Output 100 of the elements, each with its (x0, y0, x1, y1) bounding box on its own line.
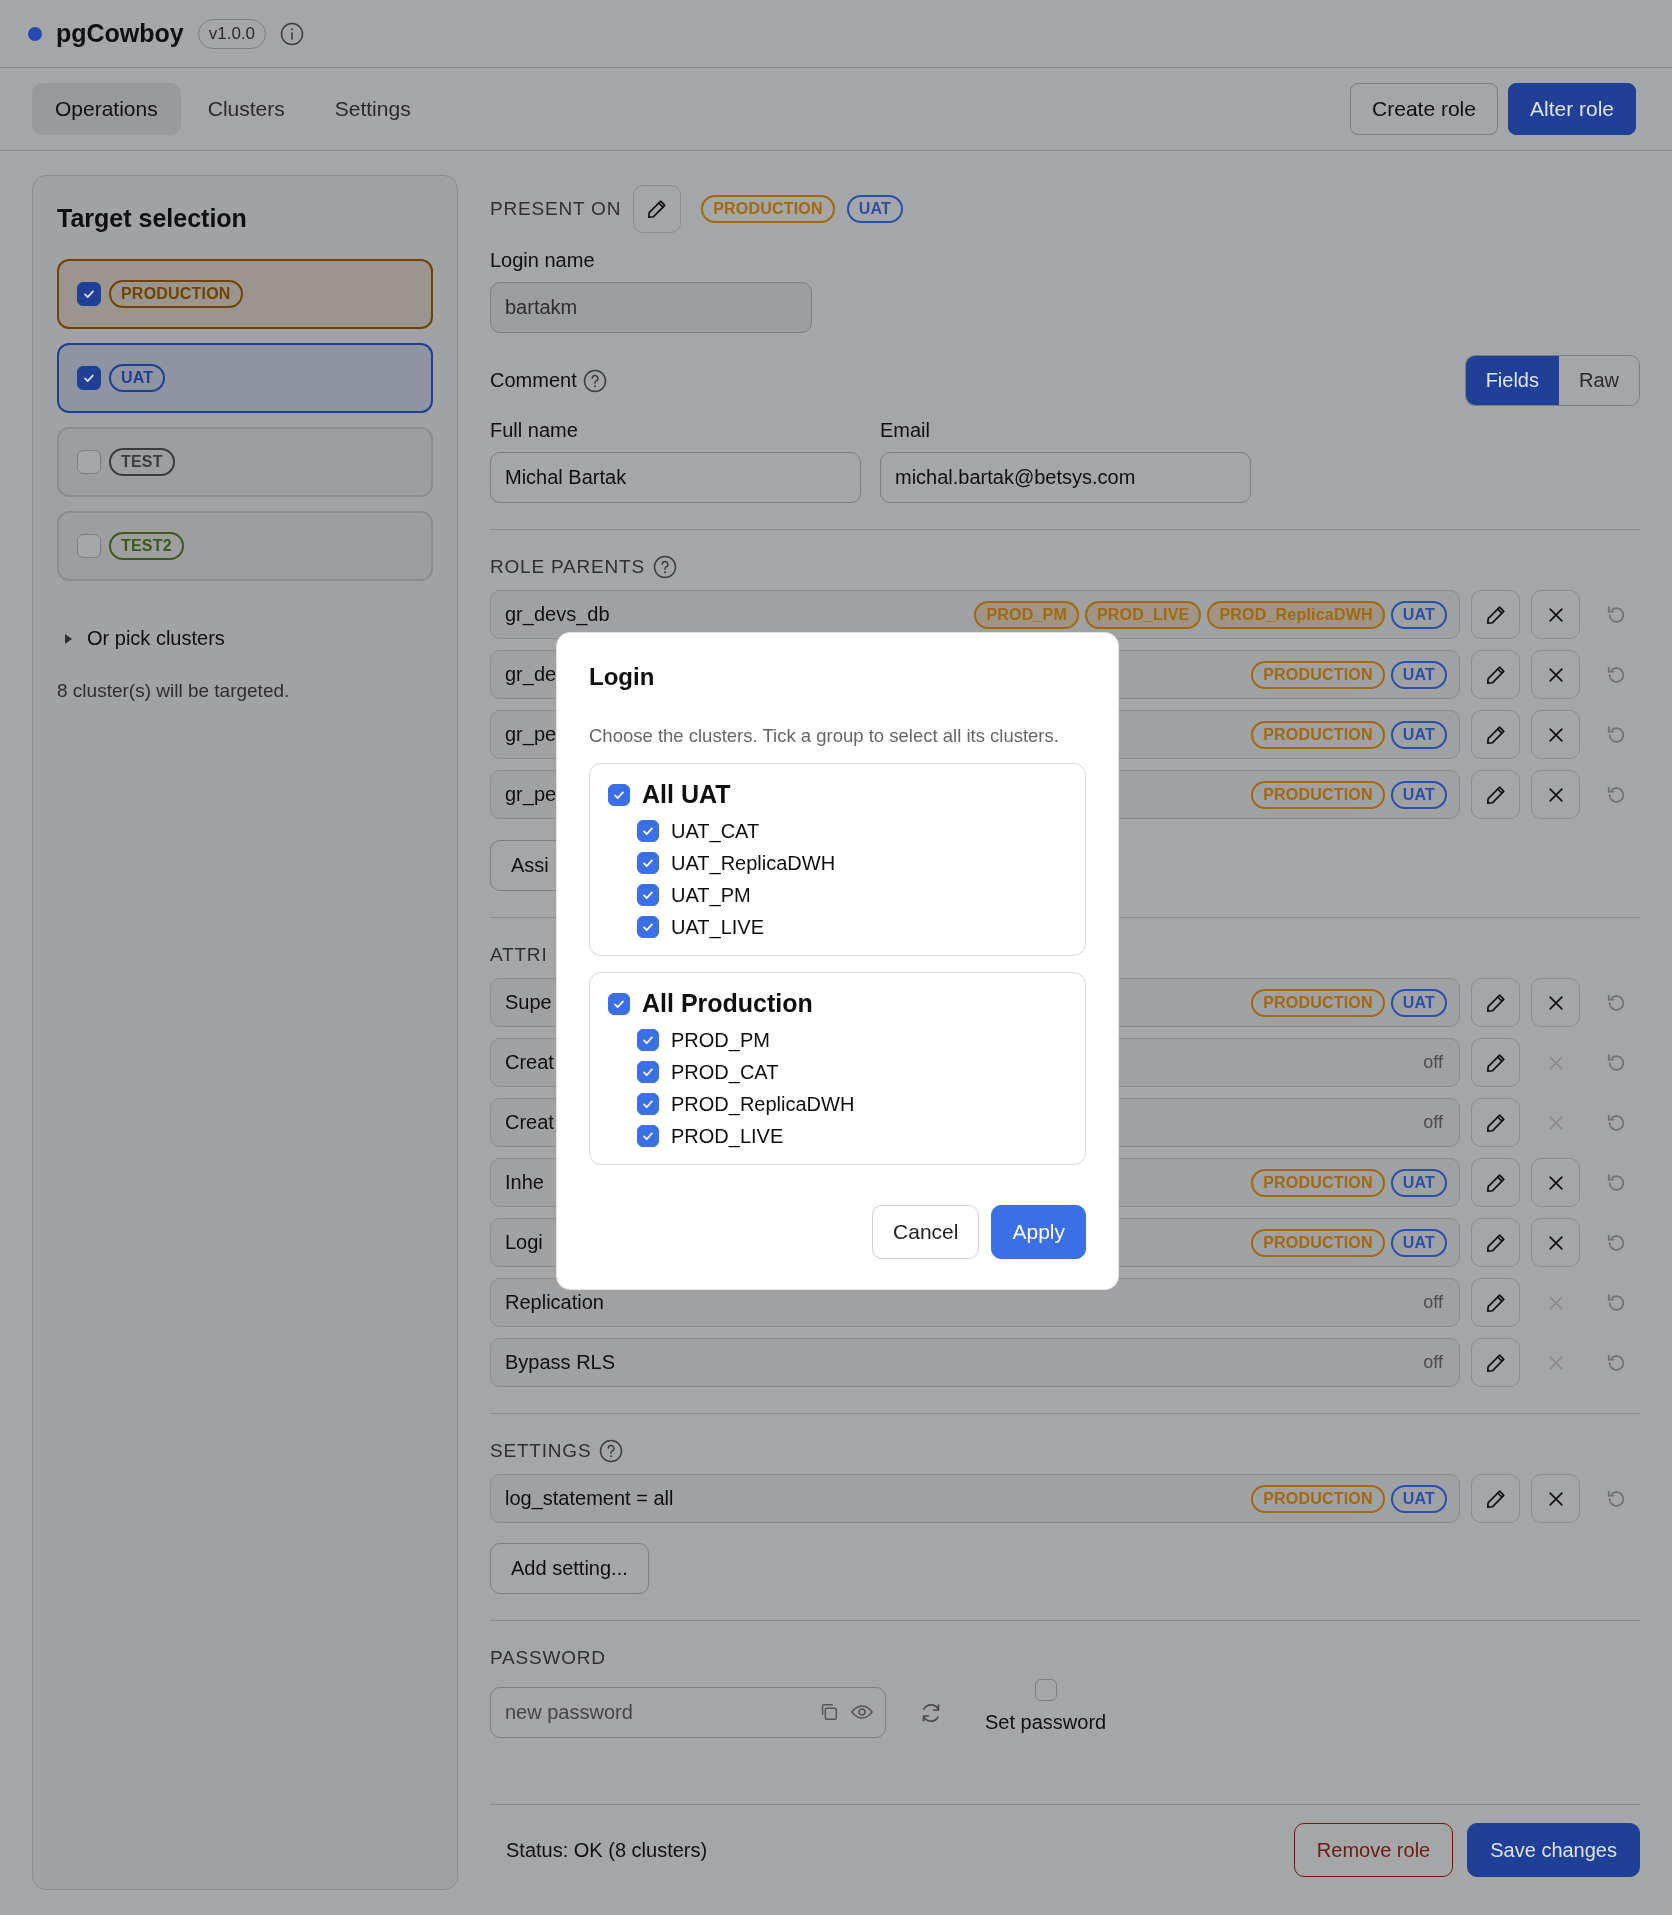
cluster-tag: UAT (846, 195, 904, 223)
checkbox-label: Set password (985, 1711, 1107, 1734)
checkbox[interactable] (608, 783, 630, 806)
cluster-group-option[interactable]: TEST (57, 427, 433, 497)
help-icon[interactable] (652, 555, 677, 579)
cluster-label[interactable]: UAT_CAT (671, 819, 760, 843)
cluster-tag: UAT (1390, 1228, 1447, 1257)
edit-button[interactable] (1471, 1098, 1520, 1147)
help-icon[interactable] (599, 1439, 624, 1463)
dialog-button[interactable]: Apply (991, 1205, 1086, 1259)
dialog-button[interactable]: Cancel (872, 1205, 980, 1259)
mode-button[interactable]: Alter role (1507, 83, 1636, 135)
entry-name: Inhe (505, 1171, 544, 1194)
info-icon[interactable] (280, 21, 305, 46)
app-title: pgCowboy (56, 19, 184, 48)
view-option[interactable]: Fields (1465, 356, 1559, 405)
cluster-tag: UAT (1390, 720, 1447, 749)
nav-tab[interactable]: Settings (311, 83, 434, 135)
dialog-description: Choose the clusters. Tick a group to select all its clusters. (589, 725, 1060, 747)
pencil-icon (1484, 991, 1507, 1014)
remove-button[interactable] (1531, 770, 1580, 819)
caret-icon[interactable] (63, 633, 73, 644)
cluster-tag: UAT (1390, 1484, 1447, 1513)
cluster-tag: UAT (109, 364, 166, 392)
checkbox[interactable] (77, 534, 101, 558)
cluster-label[interactable]: UAT_PM (671, 883, 751, 907)
footer-button[interactable]: Save changes (1467, 1823, 1640, 1877)
entry-name: Supe (505, 991, 552, 1014)
checkbox[interactable] (637, 1093, 659, 1115)
edit-button[interactable] (1471, 1474, 1520, 1523)
password-field[interactable]: new password (490, 1687, 886, 1738)
cluster-tag: PRODUCTION (1251, 720, 1385, 749)
add-setting-button[interactable]: Add setting... (490, 1543, 649, 1594)
edit-button[interactable] (1471, 710, 1520, 759)
cluster-label[interactable]: PROD_LIVE (671, 1124, 784, 1148)
entry-name: Logi (505, 1231, 543, 1254)
remove-button[interactable] (1531, 650, 1580, 699)
remove-button[interactable] (1531, 1218, 1580, 1267)
entry-name: Creat (505, 1051, 554, 1074)
cluster-tag: PRODUCTION (1251, 780, 1385, 809)
group-label[interactable]: All UAT (642, 780, 731, 809)
pencil-icon (1484, 1171, 1507, 1194)
help-icon[interactable] (582, 368, 607, 393)
edit-button[interactable] (1471, 1278, 1520, 1327)
edit-button[interactable] (1471, 590, 1520, 639)
field-label: Login name (490, 249, 596, 272)
entry-name: log_statement = all (505, 1487, 674, 1510)
section-title: ATTRI (490, 944, 548, 966)
checkbox[interactable] (637, 1125, 659, 1147)
panel-title: Target selection (57, 204, 248, 233)
entry-name: gr_pe (505, 723, 557, 746)
cluster-tag: PRODUCTION (701, 195, 835, 223)
edit-button[interactable] (1471, 650, 1520, 699)
remove-button[interactable] (1531, 590, 1580, 639)
cluster-tag: UAT (1390, 780, 1447, 809)
full-name-field[interactable]: Michal Bartak (490, 452, 861, 503)
nav-tab[interactable]: Operations (32, 83, 181, 135)
cluster-label[interactable]: PROD_ReplicaDWH (671, 1092, 855, 1116)
cluster-tag: PROD_PM (974, 600, 1079, 629)
checkbox[interactable] (637, 1061, 659, 1083)
edit-button[interactable] (1471, 1218, 1520, 1267)
checkbox[interactable] (77, 450, 101, 474)
checkbox[interactable] (608, 992, 630, 1015)
disclosure-label[interactable]: Or pick clusters (87, 627, 225, 650)
cluster-label[interactable]: UAT_LIVE (671, 915, 764, 939)
edit-button[interactable] (1471, 1038, 1520, 1087)
checkbox[interactable] (1034, 1679, 1057, 1701)
mode-button[interactable]: Create role (1350, 83, 1498, 135)
cluster-label[interactable]: UAT_ReplicaDWH (671, 851, 836, 875)
status-text: off (1423, 1112, 1443, 1133)
email-field[interactable]: michal.bartak@betsys.com (880, 452, 1251, 503)
cluster-label[interactable]: PROD_CAT (671, 1060, 779, 1084)
edit-button[interactable] (1471, 1338, 1520, 1387)
checkbox[interactable] (637, 852, 659, 874)
checkbox[interactable] (637, 1029, 659, 1051)
checkbox[interactable] (637, 916, 659, 938)
checkbox[interactable] (77, 366, 101, 390)
cluster-tag: TEST2 (109, 532, 184, 560)
entry-name: Replication (505, 1291, 604, 1314)
checkbox[interactable] (637, 884, 659, 906)
edit-button[interactable] (1471, 770, 1520, 819)
remove-button[interactable] (1531, 1158, 1580, 1207)
checkbox[interactable] (77, 282, 101, 306)
cluster-tag: PROD_LIVE (1084, 600, 1202, 629)
field-label: Comment (490, 369, 577, 392)
entry-name: gr_devs_db (505, 603, 610, 626)
field-label: Full name (490, 419, 579, 442)
remove-button[interactable] (1531, 710, 1580, 759)
remove-button[interactable] (1531, 1474, 1580, 1523)
login-name-field[interactable]: bartakm (490, 282, 812, 333)
footer-button[interactable]: Remove role (1293, 1823, 1454, 1877)
nav-tab[interactable]: Clusters (184, 83, 308, 135)
edit-button[interactable] (1471, 1158, 1520, 1207)
edit-button[interactable] (633, 185, 682, 233)
checkbox[interactable] (637, 820, 659, 842)
remove-button[interactable] (1531, 978, 1580, 1027)
cluster-label[interactable]: PROD_PM (671, 1028, 770, 1052)
cluster-tag: PRODUCTION (1251, 988, 1385, 1017)
edit-button[interactable] (1471, 978, 1520, 1027)
group-label[interactable]: All Production (642, 989, 813, 1018)
